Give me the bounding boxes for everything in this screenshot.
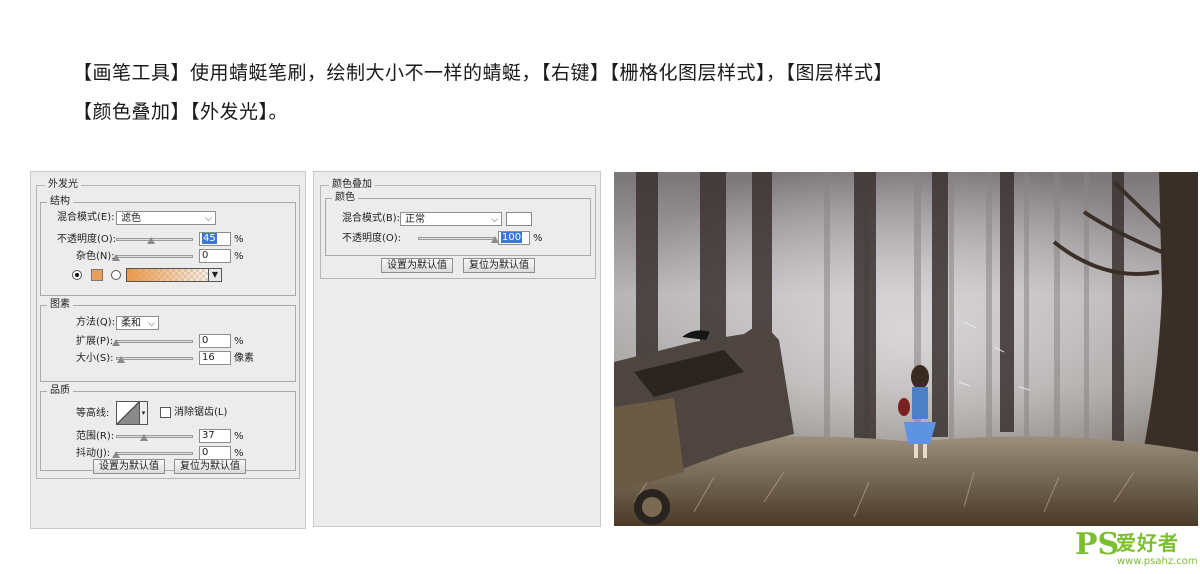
- watermark-logo: PS: [1075, 527, 1120, 562]
- chevron-down-icon: ⌵: [148, 319, 155, 329]
- chevron-down-icon[interactable]: ▼: [208, 269, 221, 281]
- co-blend-mode-select[interactable]: 正常 ⌵: [400, 212, 502, 226]
- co-opacity-input[interactable]: 100: [498, 231, 530, 245]
- blend-mode-select[interactable]: 滤色 ⌵: [116, 211, 216, 225]
- spread-input[interactable]: 0: [199, 334, 231, 348]
- size-slider-thumb[interactable]: [116, 356, 125, 363]
- make-default-button[interactable]: 设置为默认值: [93, 459, 165, 474]
- opacity-input[interactable]: 45: [199, 232, 231, 246]
- co-blend-mode-value: 正常: [405, 214, 425, 225]
- spread-value: 0: [202, 335, 209, 346]
- structure-group: 结构 混合模式(E): 滤色 ⌵ 不透明度(O): 45 % 杂色(N): 0 …: [40, 195, 296, 296]
- color-group-title: 颜色: [332, 191, 358, 205]
- contour-label: 等高线:: [76, 408, 110, 419]
- co-opacity-slider[interactable]: [418, 237, 495, 240]
- color-group: 颜色 混合模式(B): 正常 ⌵ 不透明度(O): 100 %: [325, 191, 591, 256]
- contour-picker[interactable]: [116, 401, 140, 425]
- overlay-color-swatch[interactable]: [506, 212, 532, 226]
- quality-group: 品质 等高线: ▾ 消除锯齿(L) 范围(R): 37 % 抖动(J): 0 %: [40, 384, 296, 471]
- noise-value: 0: [202, 250, 209, 261]
- glow-gradient-picker[interactable]: ▼: [126, 268, 222, 282]
- instruction-line-2: 【颜色叠加】【外发光】。: [73, 101, 289, 123]
- blend-mode-value: 滤色: [121, 213, 141, 224]
- co-opacity-value: 100: [501, 232, 523, 243]
- outer-glow-title: 外发光: [45, 178, 81, 192]
- gradient-radio[interactable]: [111, 270, 121, 280]
- structure-title: 结构: [47, 195, 73, 209]
- forest-girl-photo: [614, 172, 1198, 526]
- range-input[interactable]: 37: [199, 429, 231, 443]
- blend-mode-label: 混合模式(E):: [57, 212, 115, 223]
- range-label: 范围(R):: [76, 431, 115, 442]
- jitter-value: 0: [202, 447, 209, 458]
- chevron-down-icon[interactable]: ▾: [140, 401, 148, 425]
- elements-group: 图素 方法(Q): 柔和 ⌵ 扩展(P): 0 % 大小(S): 16 像素: [40, 298, 296, 382]
- antialias-label: 消除锯齿(L): [174, 407, 228, 418]
- co-opacity-label: 不透明度(O):: [342, 233, 402, 244]
- noise-input[interactable]: 0: [199, 249, 231, 263]
- outer-glow-panel: 外发光 结构 混合模式(E): 滤色 ⌵ 不透明度(O): 45 % 杂色(N)…: [30, 171, 306, 529]
- jitter-input[interactable]: 0: [199, 446, 231, 460]
- noise-slider-thumb[interactable]: [112, 254, 120, 261]
- outer-glow-group: 外发光 结构 混合模式(E): 滤色 ⌵ 不透明度(O): 45 % 杂色(N)…: [36, 178, 300, 479]
- size-label: 大小(S):: [76, 353, 114, 364]
- technique-value: 柔和: [121, 318, 141, 329]
- color-overlay-panel: 颜色叠加 颜色 混合模式(B): 正常 ⌵ 不透明度(O): 100 % 设置为…: [313, 171, 601, 527]
- color-radio[interactable]: [72, 270, 82, 280]
- watermark-url: www.psahz.com: [1117, 556, 1198, 567]
- co-blend-mode-label: 混合模式(B):: [342, 213, 401, 224]
- spread-slider-thumb[interactable]: [112, 339, 120, 346]
- size-input[interactable]: 16: [199, 351, 231, 365]
- range-unit: %: [234, 431, 244, 442]
- technique-label: 方法(Q):: [76, 317, 116, 328]
- noise-slider[interactable]: [116, 255, 193, 258]
- noise-label: 杂色(N):: [76, 251, 115, 262]
- color-overlay-group: 颜色叠加 颜色 混合模式(B): 正常 ⌵ 不透明度(O): 100 % 设置为…: [320, 178, 596, 279]
- range-value: 37: [202, 430, 215, 441]
- contour-linear-icon: [116, 401, 140, 425]
- spread-unit: %: [234, 336, 244, 347]
- spread-label: 扩展(P):: [76, 336, 114, 347]
- antialias-checkbox[interactable]: [160, 407, 171, 418]
- spread-slider[interactable]: [116, 340, 193, 343]
- elements-title: 图素: [47, 298, 73, 312]
- reset-default-button[interactable]: 复位为默认值: [174, 459, 246, 474]
- jitter-slider-thumb[interactable]: [112, 451, 120, 458]
- opacity-slider-thumb[interactable]: [146, 237, 155, 244]
- photo-illustration: [614, 172, 1198, 526]
- technique-select[interactable]: 柔和 ⌵: [116, 316, 159, 330]
- size-slider[interactable]: [116, 357, 193, 360]
- instruction-line-1: 【画笔工具】使用蜻蜓笔刷，绘制大小不一样的蜻蜓，【右键】【栅格化图层样式】，【图…: [73, 62, 894, 84]
- co-reset-default-button[interactable]: 复位为默认值: [463, 258, 535, 273]
- noise-unit: %: [234, 251, 244, 262]
- chevron-down-icon: ⌵: [491, 215, 498, 225]
- jitter-slider[interactable]: [116, 452, 193, 455]
- co-opacity-unit: %: [533, 233, 543, 244]
- quality-title: 品质: [47, 384, 73, 398]
- range-slider[interactable]: [116, 435, 193, 438]
- watermark-site-name: 爱好者: [1116, 531, 1179, 555]
- size-value: 16: [202, 352, 215, 363]
- glow-color-swatch[interactable]: [91, 269, 103, 281]
- color-overlay-title: 颜色叠加: [329, 178, 375, 192]
- chevron-down-icon: ⌵: [205, 214, 212, 224]
- opacity-value: 45: [202, 233, 217, 244]
- range-slider-thumb[interactable]: [140, 434, 149, 441]
- opacity-unit: %: [234, 234, 244, 245]
- opacity-label: 不透明度(O):: [57, 234, 117, 245]
- co-make-default-button[interactable]: 设置为默认值: [381, 258, 453, 273]
- size-unit: 像素: [234, 353, 254, 364]
